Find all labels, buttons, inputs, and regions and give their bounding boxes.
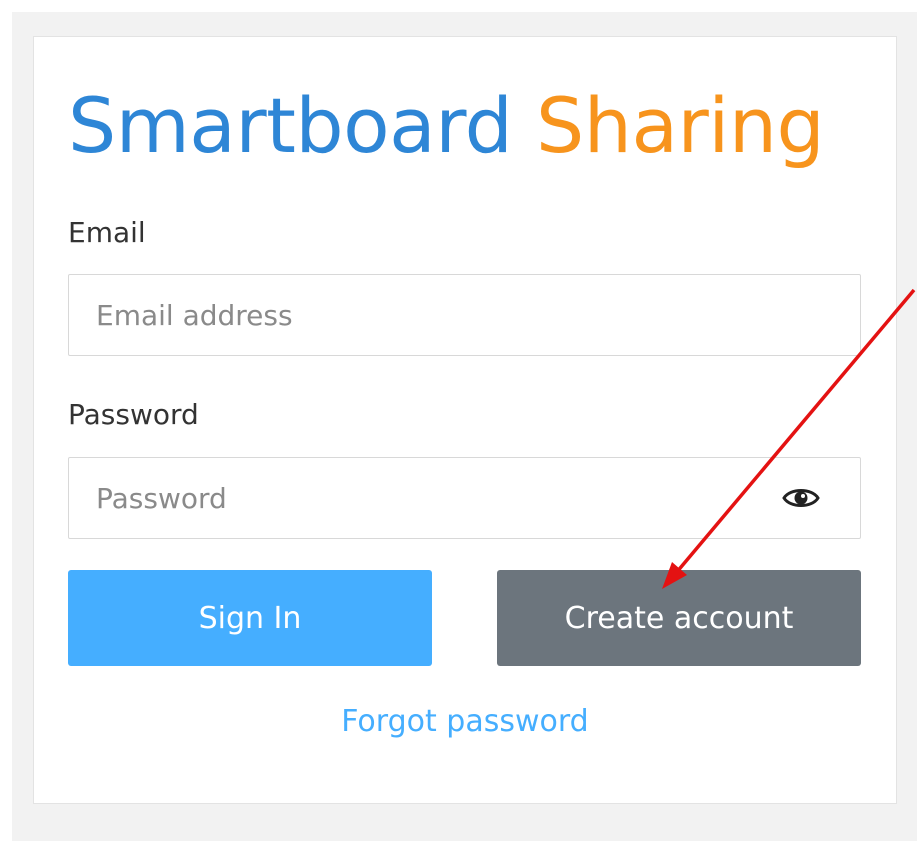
- create-account-button[interactable]: Create account: [497, 570, 861, 666]
- password-label: Password: [68, 398, 199, 431]
- app-title-accent: Sharing: [536, 81, 825, 170]
- email-field[interactable]: [96, 275, 776, 355]
- password-field[interactable]: [96, 458, 776, 538]
- forgot-password-link[interactable]: Forgot password: [0, 704, 917, 739]
- email-field-box: [68, 274, 861, 356]
- email-label: Email: [68, 216, 146, 249]
- app-title: Smartboard Sharing: [68, 78, 825, 174]
- password-field-box: [68, 457, 861, 539]
- app-title-primary: Smartboard: [68, 81, 513, 170]
- eye-icon[interactable]: [782, 482, 820, 514]
- sign-in-button[interactable]: Sign In: [68, 570, 432, 666]
